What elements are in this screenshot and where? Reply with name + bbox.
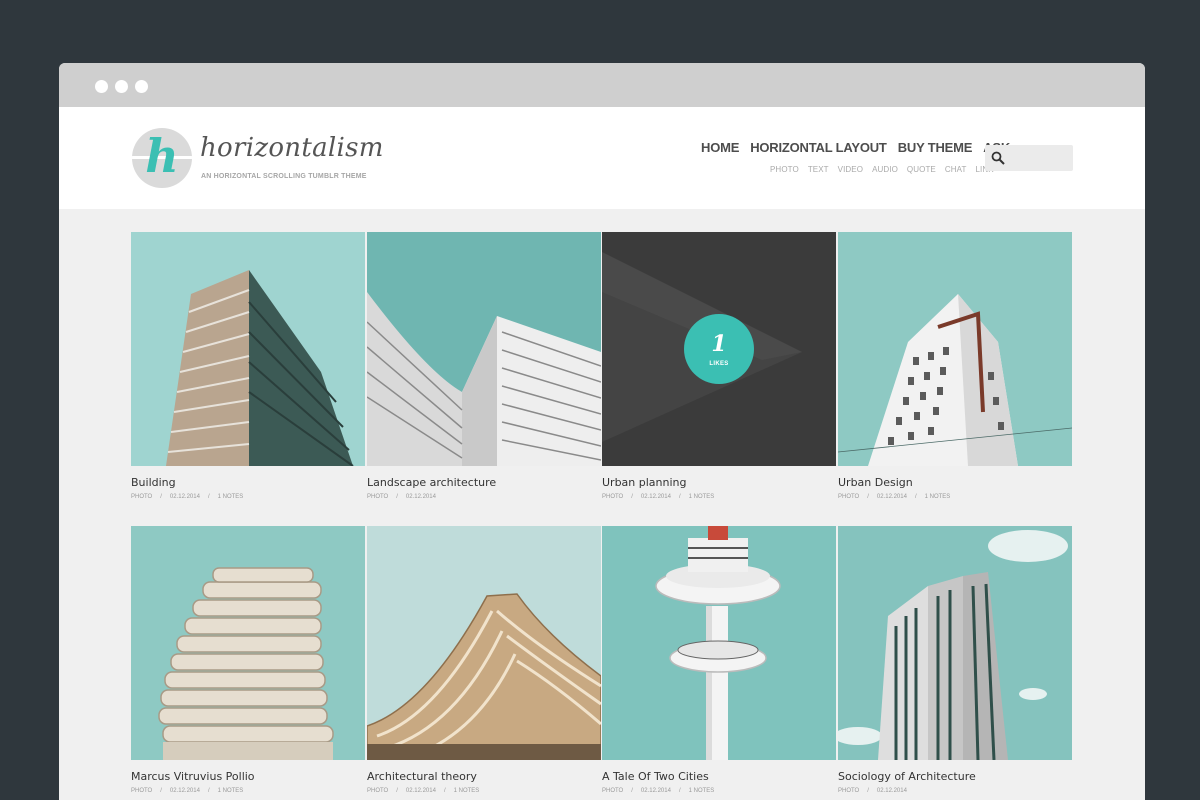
meta-separator: / [443, 788, 446, 794]
post-image[interactable] [602, 526, 836, 760]
meta-separator: / [207, 788, 210, 794]
post-type[interactable]: PHOTO [602, 494, 623, 500]
post-notes[interactable]: 1 NOTES [218, 494, 244, 500]
post-type[interactable]: PHOTO [602, 788, 623, 794]
meta-separator: / [396, 494, 398, 500]
window-titlebar [59, 63, 1145, 107]
post-image[interactable] [838, 526, 1072, 760]
post-title[interactable]: Landscape architecture [367, 476, 496, 489]
likes-count: 1 [711, 331, 727, 357]
post-type[interactable]: PHOTO [838, 494, 859, 500]
subnav-photo[interactable]: PHOTO [770, 165, 799, 174]
meta-separator: / [160, 788, 162, 794]
post-type[interactable]: PHOTO [131, 788, 152, 794]
post-type[interactable]: PHOTO [838, 788, 859, 794]
post-date[interactable]: 02.12.2014 [877, 494, 907, 500]
meta-separator: / [631, 494, 633, 500]
post-meta: PHOTO / 02.12.2014 [838, 788, 907, 794]
post-notes[interactable]: 1 NOTES [689, 494, 715, 500]
nav-home[interactable]: HOME [701, 140, 739, 155]
subnav-quote[interactable]: QUOTE [907, 165, 936, 174]
post-date[interactable]: 02.12.2014 [170, 788, 200, 794]
post-image[interactable] [131, 232, 365, 466]
post-title[interactable]: Urban Design [838, 476, 913, 489]
meta-separator: / [207, 494, 210, 500]
post-type[interactable]: PHOTO [367, 494, 388, 500]
subnav-chat[interactable]: CHAT [945, 165, 967, 174]
site-header: h horizontalism AN HORIZONTAL SCROLLING … [59, 107, 1145, 209]
post-date[interactable]: 02.12.2014 [406, 494, 436, 500]
subnav-audio[interactable]: AUDIO [872, 165, 898, 174]
post-title[interactable]: Marcus Vitruvius Pollio [131, 770, 255, 783]
post-title[interactable]: Urban planning [602, 476, 687, 489]
meta-separator: / [914, 494, 917, 500]
post-meta: PHOTO / 02.12.2014 [367, 494, 436, 500]
post-image[interactable]: 1 LIKES [602, 232, 836, 466]
post-meta: PHOTO / 02.12.2014 / 1 NOTES [838, 494, 950, 500]
post-date[interactable]: 02.12.2014 [641, 494, 671, 500]
likes-badge[interactable]: 1 LIKES [684, 314, 754, 384]
post-image[interactable] [838, 232, 1072, 466]
site-title[interactable]: horizontalism [200, 133, 384, 163]
logo-letter: h [145, 129, 179, 183]
post-meta: PHOTO / 02.12.2014 / 1 NOTES [131, 494, 243, 500]
post-notes[interactable]: 1 NOTES [925, 494, 951, 500]
nav-buy-theme[interactable]: BUY THEME [898, 140, 973, 155]
meta-separator: / [396, 788, 398, 794]
post-meta: PHOTO / 02.12.2014 / 1 NOTES [602, 494, 714, 500]
post-meta: PHOTO / 02.12.2014 / 1 NOTES [602, 788, 714, 794]
post-title[interactable]: Sociology of Architecture [838, 770, 976, 783]
post-meta: PHOTO / 02.12.2014 / 1 NOTES [367, 788, 479, 794]
post-image[interactable] [367, 526, 601, 760]
post-type-nav: PHOTO TEXT VIDEO AUDIO QUOTE CHAT LINK [770, 165, 994, 174]
search-icon[interactable] [991, 151, 1005, 165]
meta-separator: / [678, 494, 681, 500]
post-type[interactable]: PHOTO [367, 788, 388, 794]
post-image[interactable] [131, 526, 365, 760]
post-notes[interactable]: 1 NOTES [689, 788, 715, 794]
site-logo[interactable]: h [132, 128, 192, 188]
nav-horizontal-layout[interactable]: HORIZONTAL LAYOUT [750, 140, 887, 155]
window-maximize-button[interactable] [135, 80, 148, 93]
browser-window: h horizontalism AN HORIZONTAL SCROLLING … [59, 63, 1145, 800]
main-nav: HOME HORIZONTAL LAYOUT BUY THEME ASK [701, 140, 1010, 155]
subnav-video[interactable]: VIDEO [838, 165, 863, 174]
window-minimize-button[interactable] [115, 80, 128, 93]
subnav-text[interactable]: TEXT [808, 165, 829, 174]
meta-separator: / [631, 788, 633, 794]
post-date[interactable]: 02.12.2014 [877, 788, 907, 794]
search-box [985, 145, 1073, 171]
post-title[interactable]: Building [131, 476, 176, 489]
window-close-button[interactable] [95, 80, 108, 93]
site-tagline: AN HORIZONTAL SCROLLING TUMBLR THEME [201, 173, 367, 180]
meta-separator: / [678, 788, 681, 794]
post-notes[interactable]: 1 NOTES [454, 788, 480, 794]
meta-separator: / [160, 494, 162, 500]
post-notes[interactable]: 1 NOTES [218, 788, 244, 794]
post-image[interactable] [367, 232, 601, 466]
post-title[interactable]: A Tale Of Two Cities [602, 770, 709, 783]
post-type[interactable]: PHOTO [131, 494, 152, 500]
search-input[interactable] [1009, 148, 1069, 168]
likes-label: LIKES [709, 361, 729, 367]
post-date[interactable]: 02.12.2014 [170, 494, 200, 500]
meta-separator: / [867, 788, 869, 794]
post-meta: PHOTO / 02.12.2014 / 1 NOTES [131, 788, 243, 794]
meta-separator: / [867, 494, 869, 500]
post-date[interactable]: 02.12.2014 [641, 788, 671, 794]
post-title[interactable]: Architectural theory [367, 770, 477, 783]
post-date[interactable]: 02.12.2014 [406, 788, 436, 794]
